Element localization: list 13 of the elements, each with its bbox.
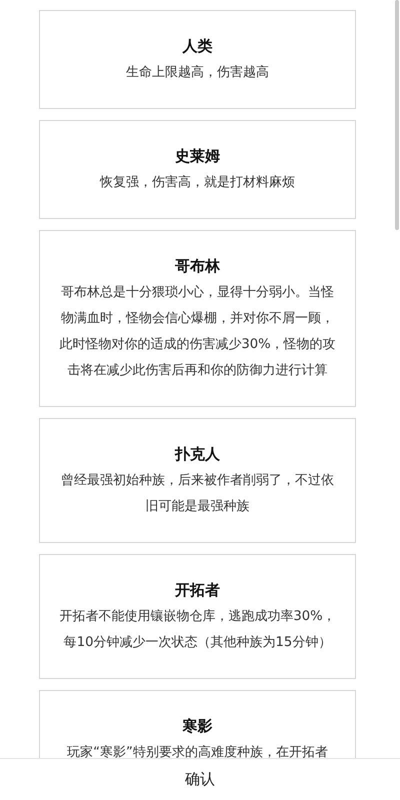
race-description: 曾经最强初始种族，后来被作者削弱了，不过依旧可能是最强种族 — [60, 472, 335, 516]
race-description: 玩家“寒影”特别要求的高难度种族，在开拓者 — [66, 744, 329, 758]
scrollbar[interactable] — [395, 0, 399, 230]
race-name: 扑克人 — [174, 444, 221, 465]
race-description: 哥布林总是十分猥琐小心，显得十分弱小。当怪物满血时，怪物会信心爆棚，并对你不屑一顾，此时怪物对你的适成的伤害减少30%，怪物的攻击将在减少此伤害后再和你的防御力进行计算 — [58, 284, 337, 380]
race-name: 开拓者 — [174, 580, 221, 601]
race-description: 生命上限越高，伤害越高 — [125, 64, 270, 82]
race-name: 哥布林 — [174, 256, 221, 277]
race-name: 人类 — [181, 36, 214, 57]
race-name: 史莱姆 — [174, 146, 221, 167]
race-description: 开拓者不能使用镶嵌物仓库，逃跑成功率30%，每10分钟减少一次状态（其他种族为15分钟） — [58, 608, 337, 652]
race-name: 寒影 — [182, 716, 214, 737]
race-description: 恢复强，伤害高，就是打材料麻烦 — [98, 174, 296, 192]
